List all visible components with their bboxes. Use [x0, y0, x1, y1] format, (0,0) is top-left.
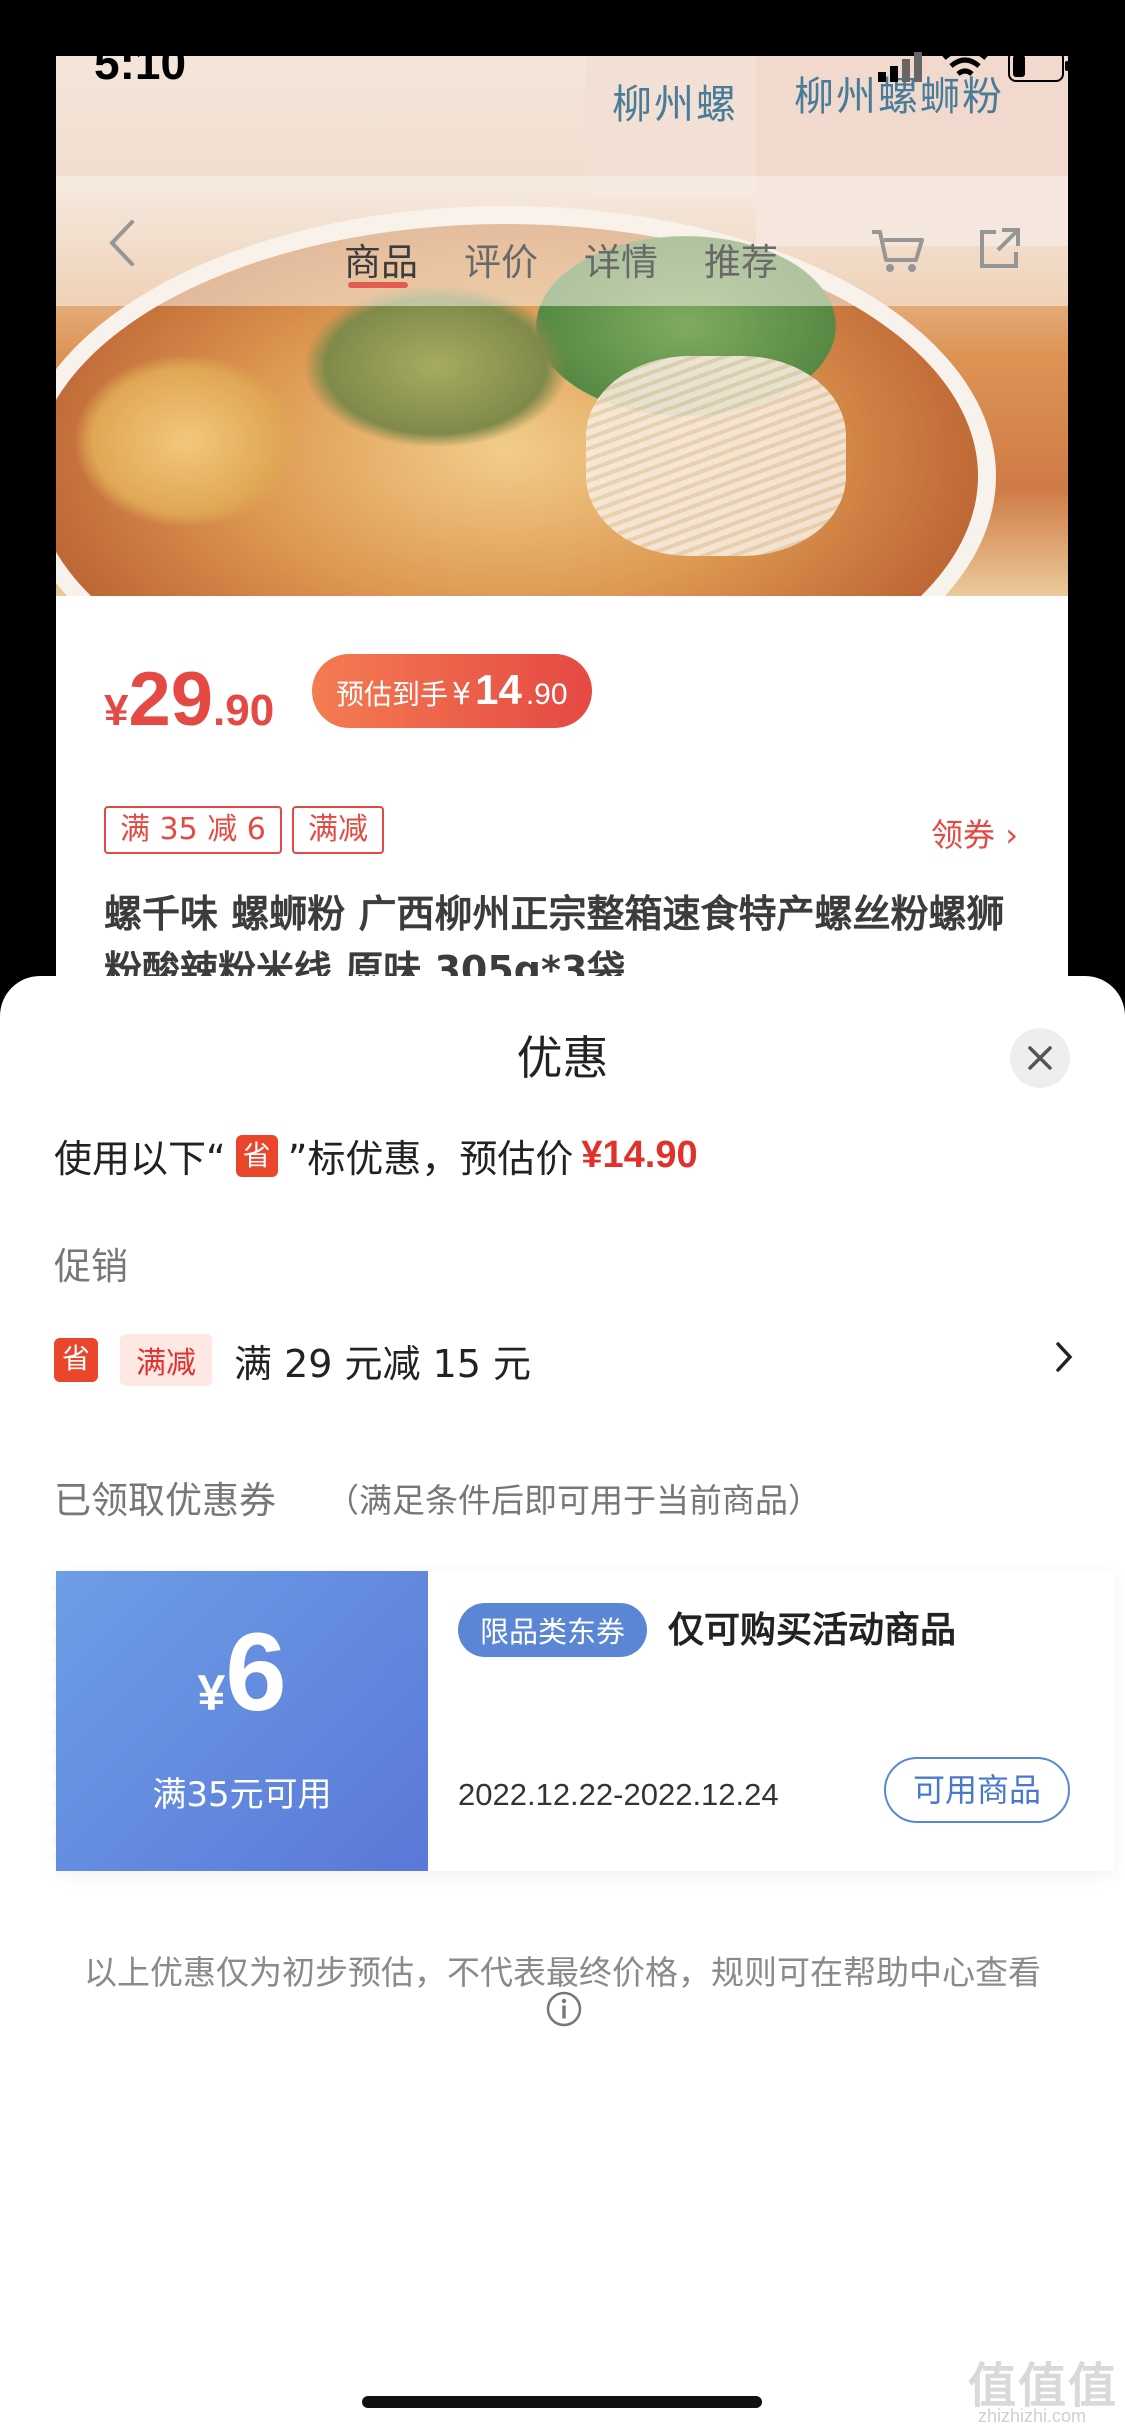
- save-badge-icon: 省: [235, 1134, 278, 1177]
- coupons-section-label: 已领取优惠券: [54, 1479, 276, 1522]
- summary-text: 使用以下“: [54, 1137, 226, 1181]
- summary-text: ”标优惠，预估价: [287, 1137, 574, 1181]
- coupon-date-range: 2022.12.22-2022.12.24: [458, 1777, 779, 1812]
- wifi-icon: [942, 46, 988, 76]
- battery-icon: [1008, 50, 1069, 82]
- coupon-category-tag: 限品类东券: [458, 1603, 648, 1657]
- signal-icon: [878, 52, 922, 82]
- estimate-summary: 使用以下“ 省 ”标优惠，预估价 ¥14.90: [54, 1128, 698, 1183]
- info-icon[interactable]: [545, 1990, 583, 2028]
- coupons-note: （满足条件后即可用于当前商品）: [326, 1481, 821, 1520]
- coupon-amount: ¥6: [197, 1611, 287, 1734]
- chevron-right-icon: [1056, 1342, 1073, 1372]
- promotion-text: 满 29 元减 15 元: [234, 1341, 532, 1386]
- available-products-button[interactable]: 可用商品: [884, 1757, 1070, 1823]
- close-icon: [1028, 1046, 1052, 1070]
- sheet-title: 优惠: [516, 1031, 609, 1085]
- estimated-price: ¥14.90: [581, 1134, 698, 1176]
- promotion-row[interactable]: 省 满减 满 29 元减 15 元: [54, 1330, 1074, 1390]
- watermark-url: zhizhizhi.com: [978, 2406, 1087, 2426]
- coupon-condition: 满35元可用: [152, 1775, 332, 1815]
- home-indicator[interactable]: [362, 2396, 762, 2408]
- overlay-dim[interactable]: [56, 56, 1068, 1056]
- coupon-value-panel: ¥6 满35元可用: [48, 1571, 428, 1871]
- coupon-title: 仅可购买活动商品: [668, 1610, 957, 1651]
- promotion-section-label: 促销: [54, 1245, 128, 1288]
- full-reduction-tag: 满减: [120, 1334, 212, 1386]
- close-button[interactable]: [1010, 1028, 1070, 1088]
- disclaimer-text: 以上优惠仅为初步预估，不代表最终价格，规则可在帮助中心查看: [84, 1953, 1041, 1992]
- discount-sheet: 优惠 使用以下“ 省 ”标优惠，预估价 ¥14.90 促销 省 满减 满 29 …: [0, 976, 1125, 2436]
- status-time: 5:10: [94, 37, 187, 89]
- save-badge-icon: 省: [54, 1338, 98, 1382]
- coupon-card[interactable]: ¥6 满35元可用 限品类东券 仅可购买活动商品 2022.12.22-2022…: [48, 1571, 1114, 1871]
